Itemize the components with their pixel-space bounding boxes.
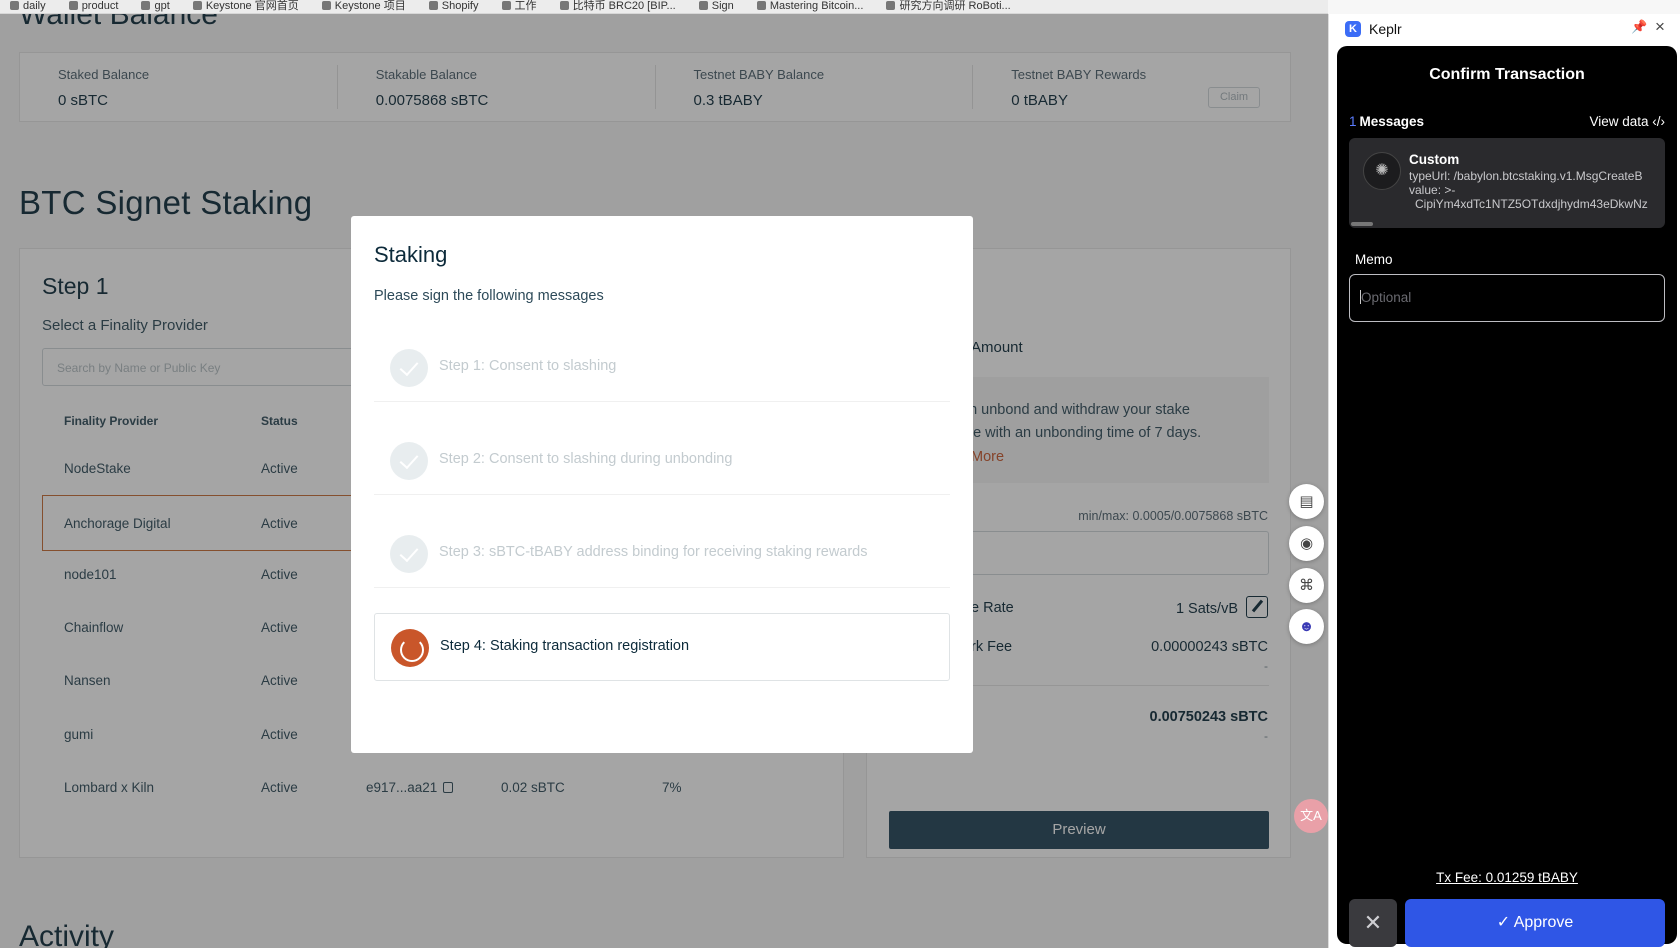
folder-icon [698, 1, 708, 10]
memo-label: Memo [1355, 252, 1393, 267]
reject-button[interactable]: ✕ [1349, 899, 1397, 947]
translate-icon[interactable]: 文A [1294, 799, 1328, 833]
bookmark-shopify[interactable]: Shopify [428, 1, 478, 12]
view-data-button[interactable]: View data ‹/› [1589, 114, 1665, 129]
sign-step-4: Step 4: Staking transaction registration [374, 613, 950, 681]
bookmark-gpt[interactable]: gpt [141, 1, 170, 12]
sign-step-1: Step 1: Consent to slashing [374, 334, 950, 402]
bitcoin-icon [559, 1, 569, 10]
loading-spinner-icon [391, 629, 429, 667]
bookmark-product[interactable]: product [68, 1, 118, 12]
keplr-body: Confirm Transaction 1 Messages View data … [1337, 46, 1677, 947]
shopify-icon [428, 1, 438, 10]
command-icon[interactable]: ⌘ [1289, 568, 1324, 603]
bookmark-mastering-bitcoin[interactable]: Mastering Bitcoin... [756, 1, 863, 12]
doc-icon [886, 1, 896, 10]
keplr-app-name: Keplr [1369, 21, 1402, 37]
close-icon[interactable]: × [1655, 17, 1665, 37]
check-icon [390, 535, 428, 573]
bookmarks-bar: daily product gpt Keystone 官网首页 Keystone… [0, 0, 1328, 14]
check-icon [390, 349, 428, 387]
messages-count: 1 [1349, 114, 1357, 129]
confirm-transaction-title: Confirm Transaction [1429, 66, 1585, 83]
tx-fee-link[interactable]: Tx Fee: 0.01259 tBABY [1337, 870, 1677, 885]
memo-input[interactable]: Optional [1349, 274, 1665, 322]
broadcast-icon[interactable]: ◉ [1289, 526, 1324, 561]
bookmark-research[interactable]: 研究方向调研 RoBoti... [886, 1, 1011, 12]
message-value-label: value: >- [1409, 183, 1456, 197]
check-icon: ✓ [1496, 914, 1511, 931]
scrollbar[interactable] [1351, 222, 1373, 226]
message-type-url: typeUrl: /babylon.btcstaking.v1.MsgCreat… [1409, 169, 1643, 183]
bookmark-keystone-project[interactable]: Keystone 项目 [321, 1, 406, 12]
gpt-icon [141, 1, 151, 10]
memo-placeholder: Optional [1361, 290, 1412, 305]
keystone-icon [192, 1, 202, 10]
modal-subtitle: Please sign the following messages [374, 288, 604, 304]
bookmark-sign[interactable]: Sign [698, 1, 734, 12]
book-icon [756, 1, 766, 10]
folder-icon [501, 1, 511, 10]
folder-icon [10, 1, 19, 10]
bookmark-work[interactable]: 工作 [501, 1, 537, 12]
keplr-logo-icon: K [1345, 21, 1361, 37]
sign-step-3: Step 3: sBTC-tBABY address binding for r… [374, 520, 950, 588]
bookmark-brc20[interactable]: 比特币 BRC20 [BIP... [559, 1, 676, 12]
keplr-titlebar: K Keplr 📌 × [1329, 14, 1680, 44]
message-card[interactable]: ✺ Custom typeUrl: /babylon.btcstaking.v1… [1349, 138, 1665, 228]
message-value-data: CipiYm4xdTc1NTZ5OTdxdjhydm43eDkwNz [1415, 197, 1648, 211]
check-icon [390, 442, 428, 480]
folder-icon [68, 1, 78, 10]
messages-header: 1 Messages [1349, 114, 1425, 129]
staking-modal: Staking Please sign the following messag… [351, 216, 973, 753]
planet-icon: ✺ [1363, 152, 1401, 190]
modal-title: Staking [374, 242, 448, 267]
bookmark-keystone-home[interactable]: Keystone 官网首页 [192, 1, 299, 12]
bookmark-daily[interactable]: daily [10, 1, 46, 12]
sign-step-label: Step 3: sBTC-tBABY address binding for r… [439, 544, 868, 560]
book-icon[interactable]: ▤ [1289, 484, 1324, 519]
sign-step-2: Step 2: Consent to slashing during unbon… [374, 427, 950, 495]
keplr-window: K Keplr 📌 × Confirm Transaction 1 Message… [1328, 14, 1680, 948]
message-title: Custom [1409, 152, 1460, 167]
sign-step-label: Step 2: Consent to slashing during unbon… [439, 451, 733, 467]
approve-button[interactable]: ✓ Approve [1405, 899, 1665, 947]
pin-icon[interactable]: 📌 [1631, 19, 1647, 35]
assistant-icon[interactable]: ☻ [1289, 609, 1324, 644]
sign-step-label: Step 4: Staking transaction registration [440, 638, 690, 654]
keystone-icon [321, 1, 331, 10]
sign-step-label: Step 1: Consent to slashing [439, 358, 617, 374]
